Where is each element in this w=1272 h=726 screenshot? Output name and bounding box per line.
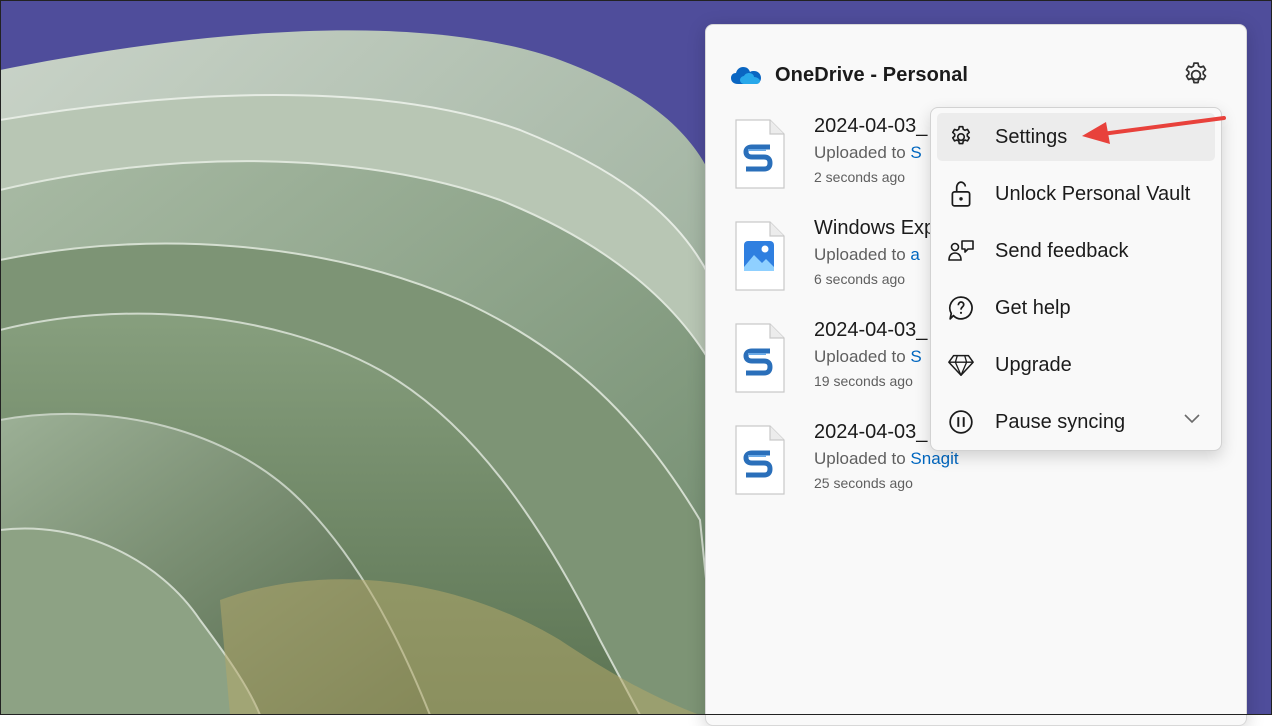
settings-gear-button[interactable]: [1178, 57, 1214, 93]
menu-item-label: Send feedback: [995, 239, 1129, 262]
status-prefix: Uploaded to: [814, 449, 911, 468]
snagit-file-icon: [735, 119, 785, 189]
destination-link[interactable]: S: [910, 143, 921, 162]
image-file-icon: [735, 221, 785, 291]
file-status: Uploaded to Snagit: [814, 449, 959, 469]
flyout-header: OneDrive - Personal: [730, 61, 968, 89]
status-prefix: Uploaded to: [814, 347, 911, 366]
file-time: 6 seconds ago: [814, 271, 906, 287]
snagit-file-icon: [735, 425, 785, 495]
file-time: 25 seconds ago: [814, 475, 913, 491]
menu-item-label: Upgrade: [995, 353, 1072, 376]
gear-icon: [1185, 62, 1207, 84]
flyout-title: OneDrive - Personal: [775, 63, 969, 86]
feedback-icon: [947, 237, 975, 265]
file-status: Uploaded to S: [814, 143, 922, 163]
menu-item-label: Pause syncing: [995, 410, 1126, 433]
pause-icon: [947, 408, 975, 436]
gear-icon: [947, 123, 975, 151]
menu-item-send-feedback[interactable]: Send feedback: [937, 227, 1215, 275]
help-icon: [947, 294, 975, 322]
menu-item-label: Get help: [995, 296, 1071, 319]
file-name: Windows Exp: [814, 217, 936, 239]
onedrive-cloud-icon: [731, 67, 761, 84]
menu-item-label: Unlock Personal Vault: [995, 182, 1191, 205]
status-prefix: Uploaded to: [814, 143, 911, 162]
menu-item-pause-syncing[interactable]: Pause syncing: [937, 398, 1215, 446]
annotation-arrow: [1082, 116, 1226, 144]
file-status: Uploaded to a: [814, 245, 920, 265]
file-name: 2024-04-03_: [814, 319, 928, 341]
menu-item-label: Settings: [995, 125, 1068, 148]
snagit-file-icon: [735, 323, 785, 393]
status-prefix: Uploaded to: [814, 245, 911, 264]
chevron-down-icon[interactable]: [1183, 412, 1201, 430]
file-name: 2024-04-03_: [814, 115, 928, 137]
menu-item-upgrade[interactable]: Upgrade: [937, 341, 1215, 389]
settings-menu: Settings Unlock Personal Vault Send feed…: [930, 107, 1222, 451]
diamond-icon: [947, 351, 975, 379]
file-status: Uploaded to S: [814, 347, 922, 367]
file-time: 2 seconds ago: [814, 169, 906, 185]
destination-link[interactable]: a: [910, 245, 919, 264]
unlock-icon: [947, 180, 975, 208]
file-name: 2024-04-03_: [814, 421, 928, 443]
destination-link[interactable]: S: [910, 347, 921, 366]
file-time: 19 seconds ago: [814, 373, 913, 389]
menu-item-unlock-vault[interactable]: Unlock Personal Vault: [937, 170, 1215, 218]
menu-item-get-help[interactable]: Get help: [937, 284, 1215, 332]
destination-link[interactable]: Snagit: [910, 449, 958, 468]
